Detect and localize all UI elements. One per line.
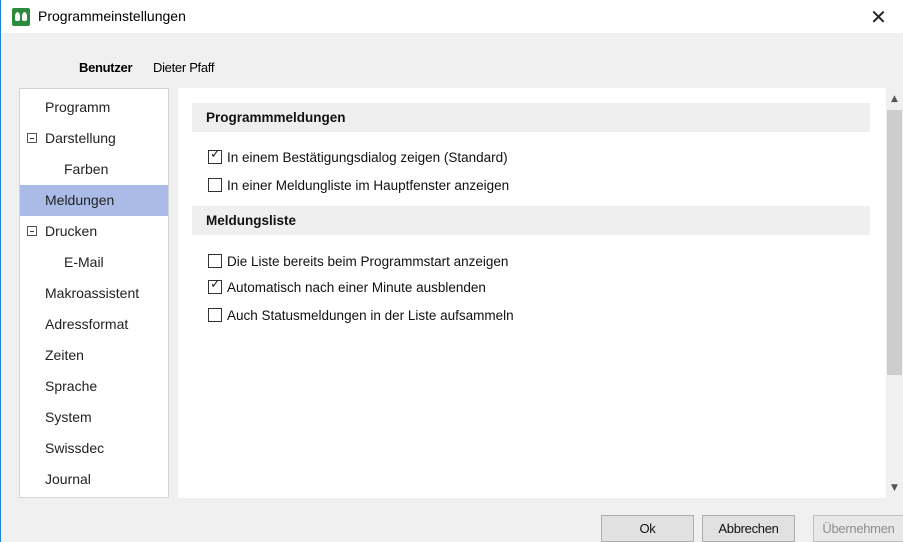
title-bar: Programmeinstellungen ✕ (1, 0, 903, 33)
ok-button[interactable]: Ok (601, 515, 694, 542)
nav-item-journal[interactable]: Journal (20, 464, 168, 495)
close-button[interactable]: ✕ (853, 0, 903, 33)
option-label: In einem Bestätigungsdialog zeigen (Stan… (227, 149, 508, 165)
nav-item-label: Drucken (45, 223, 98, 239)
checkbox[interactable]: ✓ (208, 147, 222, 164)
nav-item-makroassistent[interactable]: Makroassistent (20, 278, 168, 309)
scroll-down-icon[interactable]: ▼ (886, 479, 903, 496)
scroll-up-icon[interactable]: ▲ (886, 90, 903, 107)
user-name: Dieter Pfaff (153, 60, 215, 75)
nav-item-label: Sprache (45, 378, 98, 394)
nav-item-label: E-Mail (64, 254, 104, 270)
nav-item-label: Programm (45, 99, 111, 115)
nav-item-darstellung[interactable]: Darstellung (20, 123, 168, 154)
settings-content-panel: Programmmeldungen ✓ In einem Bestätigung… (178, 88, 886, 498)
nav-item-email[interactable]: E-Mail (20, 247, 168, 278)
users-icon (12, 8, 30, 26)
checkbox[interactable] (208, 254, 222, 268)
nav-item-label: Darstellung (45, 130, 116, 146)
checkmark-icon: ✓ (210, 277, 221, 292)
nav-item-label: Farben (64, 161, 109, 177)
option-collect-status-messages[interactable]: Auch Statusmeldungen in der Liste aufsam… (208, 305, 514, 325)
option-label: In einer Meldungliste im Hauptfenster an… (227, 177, 510, 193)
cancel-button[interactable]: Abbrechen (702, 515, 795, 542)
checkbox[interactable] (208, 308, 222, 322)
apply-button[interactable]: Übernehmen (813, 515, 903, 542)
settings-nav-tree: Programm Darstellung Farben Meldungen Dr… (19, 88, 169, 498)
checkbox[interactable] (208, 178, 222, 192)
option-label: Automatisch nach einer Minute ausblenden (227, 279, 486, 295)
vertical-scrollbar[interactable]: ▲ ▼ (886, 88, 903, 498)
section-header-programmmeldungen: Programmmeldungen (192, 103, 870, 132)
nav-item-meldungen[interactable]: Meldungen (20, 185, 168, 216)
settings-dialog: Programmeinstellungen ✕ Benutzer Dieter … (0, 0, 903, 542)
option-show-list-on-start[interactable]: Die Liste bereits beim Programmstart anz… (208, 251, 508, 271)
nav-item-adressformat[interactable]: Adressformat (20, 309, 168, 340)
nav-item-label: System (45, 409, 92, 425)
nav-item-programm[interactable]: Programm (20, 92, 168, 123)
nav-item-label: Makroassistent (45, 285, 140, 301)
nav-item-swissdec[interactable]: Swissdec (20, 433, 168, 464)
option-auto-hide[interactable]: ✓ Automatisch nach einer Minute ausblend… (208, 277, 486, 297)
nav-item-sprache[interactable]: Sprache (20, 371, 168, 402)
scroll-thumb[interactable] (887, 110, 902, 375)
option-message-list-main-window[interactable]: In einer Meldungliste im Hauptfenster an… (208, 175, 509, 195)
section-header-meldungsliste: Meldungsliste (192, 206, 870, 235)
checkmark-icon: ✓ (210, 147, 221, 162)
nav-item-label: Adressformat (45, 316, 129, 332)
window-title: Programmeinstellungen (38, 8, 186, 24)
user-bar: Benutzer Dieter Pfaff (1, 33, 903, 86)
collapse-icon[interactable] (27, 133, 37, 143)
nav-item-zeiten[interactable]: Zeiten (20, 340, 168, 371)
nav-item-system[interactable]: System (20, 402, 168, 433)
collapse-icon[interactable] (27, 226, 37, 236)
user-label: Benutzer (79, 60, 133, 75)
nav-item-label: Journal (45, 471, 91, 487)
nav-item-farben[interactable]: Farben (20, 154, 168, 185)
nav-item-drucken[interactable]: Drucken (20, 216, 168, 247)
nav-item-label: Swissdec (45, 440, 105, 456)
option-confirm-dialog[interactable]: ✓ In einem Bestätigungsdialog zeigen (St… (208, 147, 508, 167)
checkbox[interactable]: ✓ (208, 277, 222, 294)
nav-item-label: Meldungen (45, 192, 115, 208)
option-label: Auch Statusmeldungen in der Liste aufsam… (227, 307, 514, 323)
nav-item-label: Zeiten (45, 347, 84, 363)
close-icon: ✕ (870, 4, 887, 29)
option-label: Die Liste bereits beim Programmstart anz… (227, 253, 509, 269)
